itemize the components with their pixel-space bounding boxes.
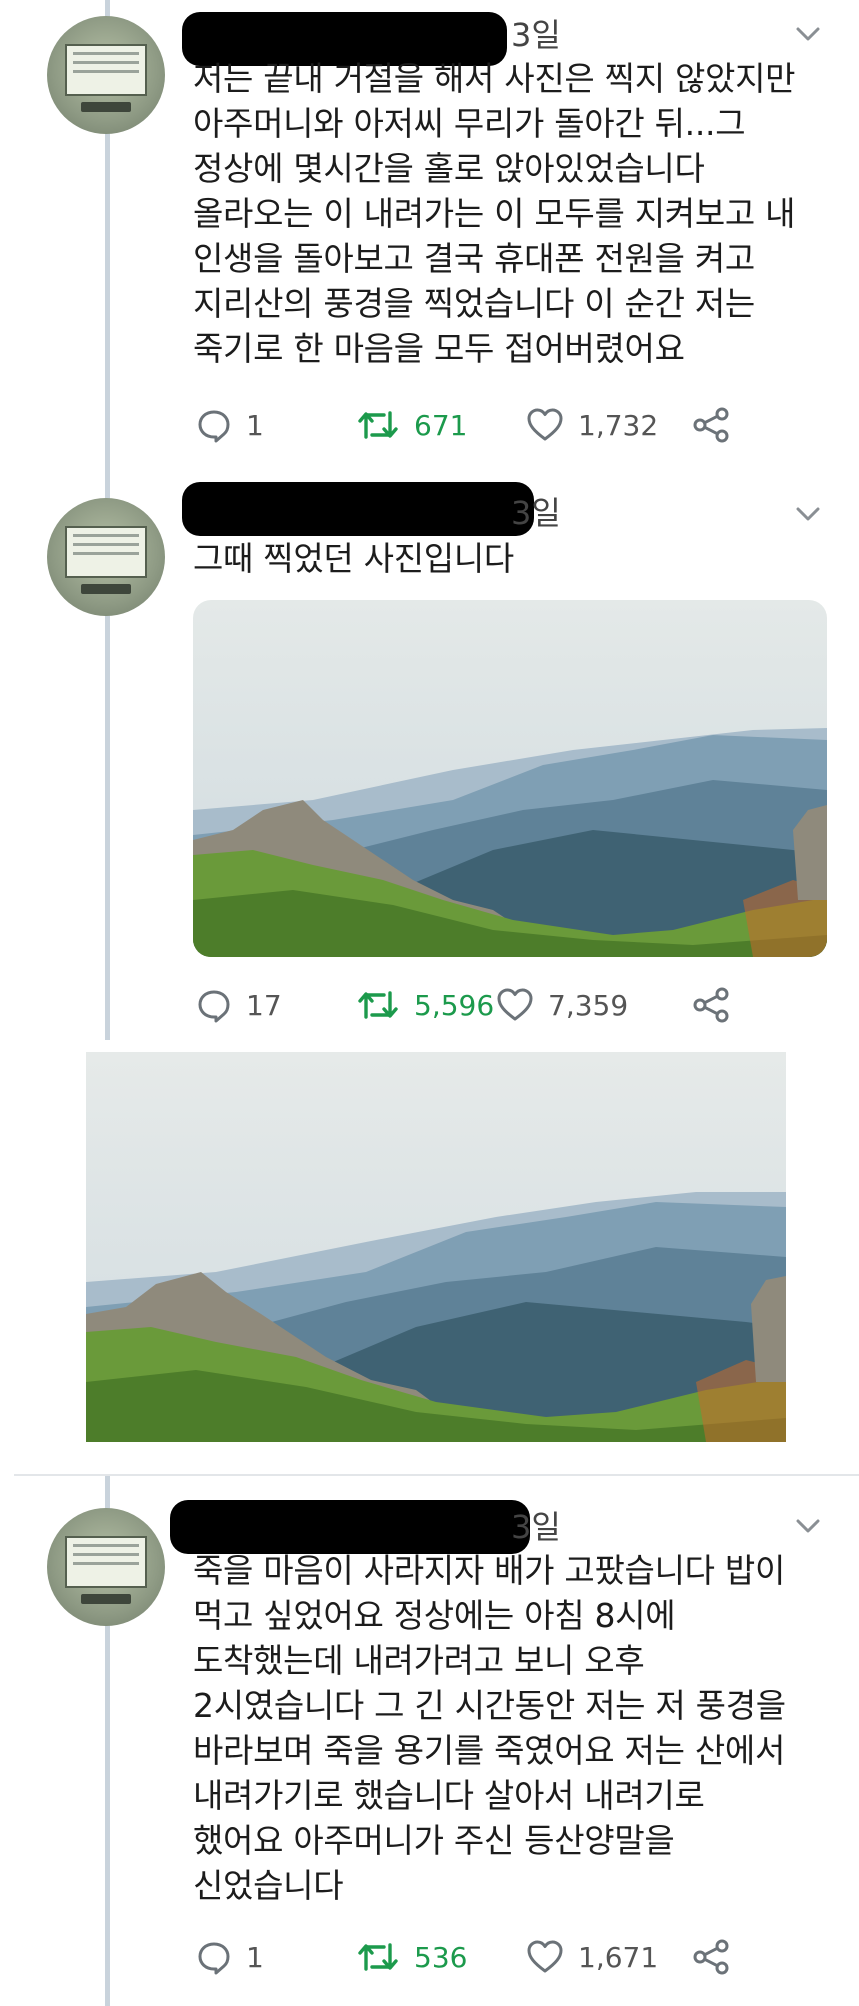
like-count: 7,359: [548, 988, 629, 1022]
share-icon: [693, 407, 729, 443]
tweet-actions: 1 536 1,671: [196, 1937, 756, 1977]
retweet-icon: [358, 411, 398, 439]
chevron-down-icon[interactable]: [794, 20, 822, 48]
reply-button[interactable]: 1: [196, 405, 264, 445]
reply-button[interactable]: 17: [196, 985, 282, 1025]
share-icon: [693, 987, 729, 1023]
tweet-actions: 17 5,596 7,359: [196, 985, 756, 1025]
chevron-down-icon[interactable]: [794, 500, 822, 528]
redacted-username: [182, 482, 534, 536]
standalone-photo: [86, 1052, 786, 1442]
retweet-icon: [358, 1943, 398, 1971]
reply-button[interactable]: 1: [196, 1937, 264, 1977]
retweet-icon: [358, 991, 398, 1019]
like-button[interactable]: 1,671: [526, 1937, 658, 1977]
share-button[interactable]: [692, 1937, 732, 1977]
reply-count: 1: [246, 408, 264, 442]
retweet-count: 671: [414, 408, 468, 442]
avatar[interactable]: [47, 498, 165, 616]
tweet-photo[interactable]: [193, 600, 827, 957]
reply-count: 17: [246, 988, 282, 1022]
reply-icon: [198, 410, 230, 443]
retweet-button[interactable]: 536: [356, 1937, 467, 1977]
share-button[interactable]: [692, 405, 732, 445]
heart-icon: [527, 1940, 563, 1973]
tweet-text: 죽을 마음이 사라지자 배가 고팠습니다 밥이 먹고 싶었어요 정상에는 아침 …: [193, 1551, 786, 1905]
heart-icon: [497, 988, 533, 1021]
like-button[interactable]: 7,359: [496, 985, 628, 1025]
like-button[interactable]: 1,732: [526, 405, 658, 445]
retweet-count: 536: [414, 1940, 468, 1974]
reply-icon: [198, 1942, 230, 1975]
share-button[interactable]: [692, 985, 732, 1025]
tweet-actions: 1 671 1,732: [196, 405, 756, 445]
avatar[interactable]: [47, 16, 165, 134]
divider: [14, 1474, 859, 1476]
like-count: 1,732: [578, 408, 659, 442]
tweet-text: 저는 끝내 거절을 해서 사진은 찍지 않았지만 아주머니와 아저씨 무리가 돌…: [193, 59, 796, 368]
like-count: 1,671: [578, 1940, 659, 1974]
retweet-button[interactable]: 671: [356, 405, 467, 445]
heart-icon: [527, 408, 563, 441]
retweet-count: 5,596: [414, 988, 495, 1022]
reply-count: 1: [246, 1940, 264, 1974]
tweet-date: 3일: [511, 1508, 561, 1546]
tweet-date: 3일: [511, 16, 561, 54]
share-icon: [693, 1939, 729, 1975]
reply-icon: [198, 990, 230, 1023]
chevron-down-icon[interactable]: [794, 1512, 822, 1540]
avatar[interactable]: [47, 1508, 165, 1626]
tweet-text: 그때 찍었던 사진입니다: [193, 539, 514, 578]
redacted-username: [170, 1500, 530, 1554]
retweet-button[interactable]: 5,596: [356, 985, 494, 1025]
tweet-date: 3일: [511, 494, 561, 532]
